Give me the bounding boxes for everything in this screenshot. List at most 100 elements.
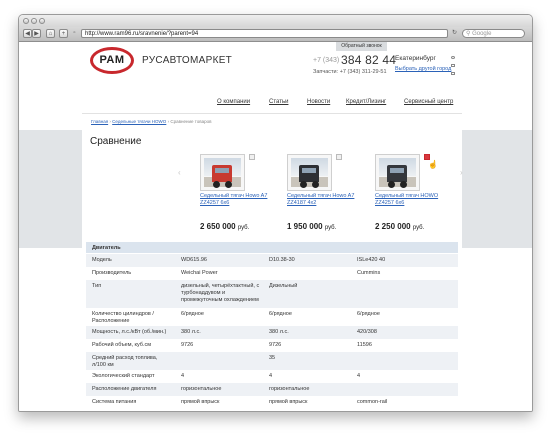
product-image[interactable] — [287, 154, 332, 191]
spec-value: ISLe420 40 — [357, 257, 386, 263]
spec-value: прямой впрыск — [269, 399, 308, 405]
city-name: Екатеринбург — [395, 55, 436, 62]
phone-number: 384 82 44 — [341, 53, 397, 67]
minimize-window-button[interactable] — [31, 18, 37, 24]
prev-arrow-icon[interactable]: ‹ — [178, 168, 181, 177]
next-arrow-icon[interactable]: › — [460, 168, 463, 177]
spec-label: Система питания — [92, 399, 137, 405]
spec-group-header: Двигатель — [86, 242, 458, 253]
product-name-link[interactable]: Седельный тягач Howo A7 ZZ4187 4x2 — [287, 193, 369, 207]
callback-button[interactable]: Обратный звонок — [336, 42, 387, 51]
table-row: Система питания прямой впрыск прямой впр… — [86, 396, 458, 409]
mail-icon[interactable] — [451, 72, 455, 75]
spec-value: 35 — [269, 355, 276, 361]
spec-label: Количество цилиндров / Расположение — [92, 311, 154, 324]
breadcrumb: Главная › Седельные тягачи HOWO › Сравне… — [91, 119, 211, 124]
price-currency: руб. — [412, 225, 425, 231]
page-icon: ▫ — [73, 30, 76, 36]
price-currency: руб. — [237, 225, 250, 231]
table-row: Средний расход топлива, л/100 км 35 — [86, 352, 458, 370]
spec-value: Дизельный — [269, 283, 298, 289]
reload-icon[interactable]: ↻ — [450, 29, 459, 38]
back-button[interactable]: ◀ — [23, 29, 32, 38]
parts-phone: Запчасти: +7 (343) 311-29-51 — [313, 69, 387, 75]
product-price: 1 950 000 руб. — [287, 222, 336, 231]
table-row: Экологический стандарт 4 4 4 — [86, 370, 458, 383]
home-icon[interactable]: ⌂ — [46, 29, 55, 38]
product-name-link[interactable]: Седельный тягач HOWO ZZ4257 6x6 — [375, 193, 457, 207]
nav-item-credit[interactable]: Кредит/Лизинг — [346, 99, 386, 105]
nav-item-service[interactable]: Сервисный центр — [404, 99, 453, 105]
price-value: 2 250 000 — [375, 222, 411, 231]
spec-value: горизонтальное — [269, 386, 310, 392]
close-window-button[interactable] — [23, 18, 29, 24]
page-title: Сравнение — [90, 136, 142, 147]
search-placeholder: Google — [472, 31, 492, 37]
browser-toolbar: ◀ ▶ ⌂ + ▫ http://www.ram96.ru/sravnenie/… — [19, 27, 532, 42]
spec-value: 420/308 — [357, 329, 377, 335]
spec-value: 9726 — [181, 342, 194, 348]
spec-group-title: Двигатель — [92, 245, 121, 251]
spec-label: Мощность, л.с./кВт (об./мин.) — [92, 329, 167, 335]
spec-value: D10.38-30 — [269, 257, 295, 263]
spec-value: 9726 — [269, 342, 282, 348]
compare-checkbox[interactable] — [249, 154, 255, 160]
spec-value: 6/рядное — [357, 311, 380, 317]
spec-value: дизельный, четырёхтактный, с турбонаддув… — [181, 283, 260, 303]
breadcrumb-separator: › — [167, 119, 170, 124]
spec-value: 11596 — [357, 342, 372, 348]
table-row: Тип дизельный, четырёхтактный, с турбона… — [86, 280, 458, 308]
nav-item-about[interactable]: О компании — [217, 99, 250, 105]
product-image[interactable] — [375, 154, 420, 191]
phone-prefix: +7 (343) — [313, 57, 340, 64]
logo[interactable]: РАМ — [90, 47, 134, 74]
page-viewport: РАМ РУСАВТОМАРКЕТ Обратный звонок +7 (34… — [19, 42, 532, 411]
spec-label: Расположение двигателя — [92, 386, 157, 392]
spec-label: Средний расход топлива, л/100 км — [92, 355, 158, 368]
spec-value: common-rail — [357, 399, 388, 405]
spec-value: 6/рядное — [269, 311, 292, 317]
nav-item-articles[interactable]: Статьи — [269, 99, 288, 105]
add-bookmark-button[interactable]: + — [59, 29, 68, 38]
parts-label: Запчасти: — [313, 69, 339, 75]
table-row: Количество цилиндров / Расположение 6/ря… — [86, 308, 458, 326]
sitemap-icon[interactable] — [451, 64, 455, 67]
breadcrumb-home[interactable]: Главная — [91, 119, 108, 124]
spec-label: Рабочий объем, куб.см — [92, 342, 152, 348]
table-row: Рабочий объем, куб.см 9726 9726 11596 — [86, 339, 458, 352]
product-image[interactable] — [200, 154, 245, 191]
zoom-window-button[interactable] — [39, 18, 45, 24]
breadcrumb-current: Сравнение товаров — [170, 119, 212, 124]
hand-cursor-icon: ☝ — [428, 160, 438, 169]
product-name-link[interactable]: Седельный тягач Howo A7 ZZ4257 6x6 — [200, 193, 282, 207]
product-price: 2 650 000 руб. — [200, 222, 249, 231]
parts-number: +7 (343) 311-29-51 — [339, 69, 387, 75]
table-row: Расположение двигателя горизонтальное го… — [86, 383, 458, 396]
spec-value: 380 л.с. — [269, 329, 289, 335]
address-bar[interactable]: http://www.ram96.ru/sravnenie/?parent=94 — [81, 29, 448, 38]
choose-city-link[interactable]: Выбрать другой город — [395, 66, 451, 72]
table-row: Производитель Weichai Power Cummins — [86, 267, 458, 280]
brand-name: РУСАВТОМАРКЕТ — [142, 55, 233, 66]
price-currency: руб. — [324, 225, 337, 231]
browser-window: ◀ ▶ ⌂ + ▫ http://www.ram96.ru/sravnenie/… — [18, 14, 533, 412]
spec-label: Модель — [92, 257, 112, 263]
spec-value: 4 — [269, 373, 273, 379]
nav-divider — [82, 113, 462, 114]
breadcrumb-section[interactable]: Седельные тягачи HOWO — [112, 119, 166, 124]
home-icon[interactable] — [451, 56, 455, 59]
search-input[interactable]: ⚲ Google — [462, 29, 525, 38]
forward-button[interactable]: ▶ — [32, 29, 41, 38]
spec-label: Тип — [92, 283, 102, 289]
spec-label: Экологический стандарт — [92, 373, 155, 379]
table-row: Мощность, л.с./кВт (об./мин.) 380 л.с. 3… — [86, 326, 458, 339]
logo-text: РАМ — [99, 54, 125, 66]
nav-item-news[interactable]: Новости — [307, 99, 330, 105]
price-value: 2 650 000 — [200, 222, 236, 231]
spec-value: 4 — [181, 373, 185, 379]
spec-value: 4 — [357, 373, 361, 379]
spec-value: WD615.96 — [181, 257, 207, 263]
compare-checkbox[interactable] — [336, 154, 342, 160]
main-nav: О компании Статьи Новости Кредит/Лизинг … — [82, 99, 462, 109]
spec-value: 380 л.с. — [181, 329, 201, 335]
